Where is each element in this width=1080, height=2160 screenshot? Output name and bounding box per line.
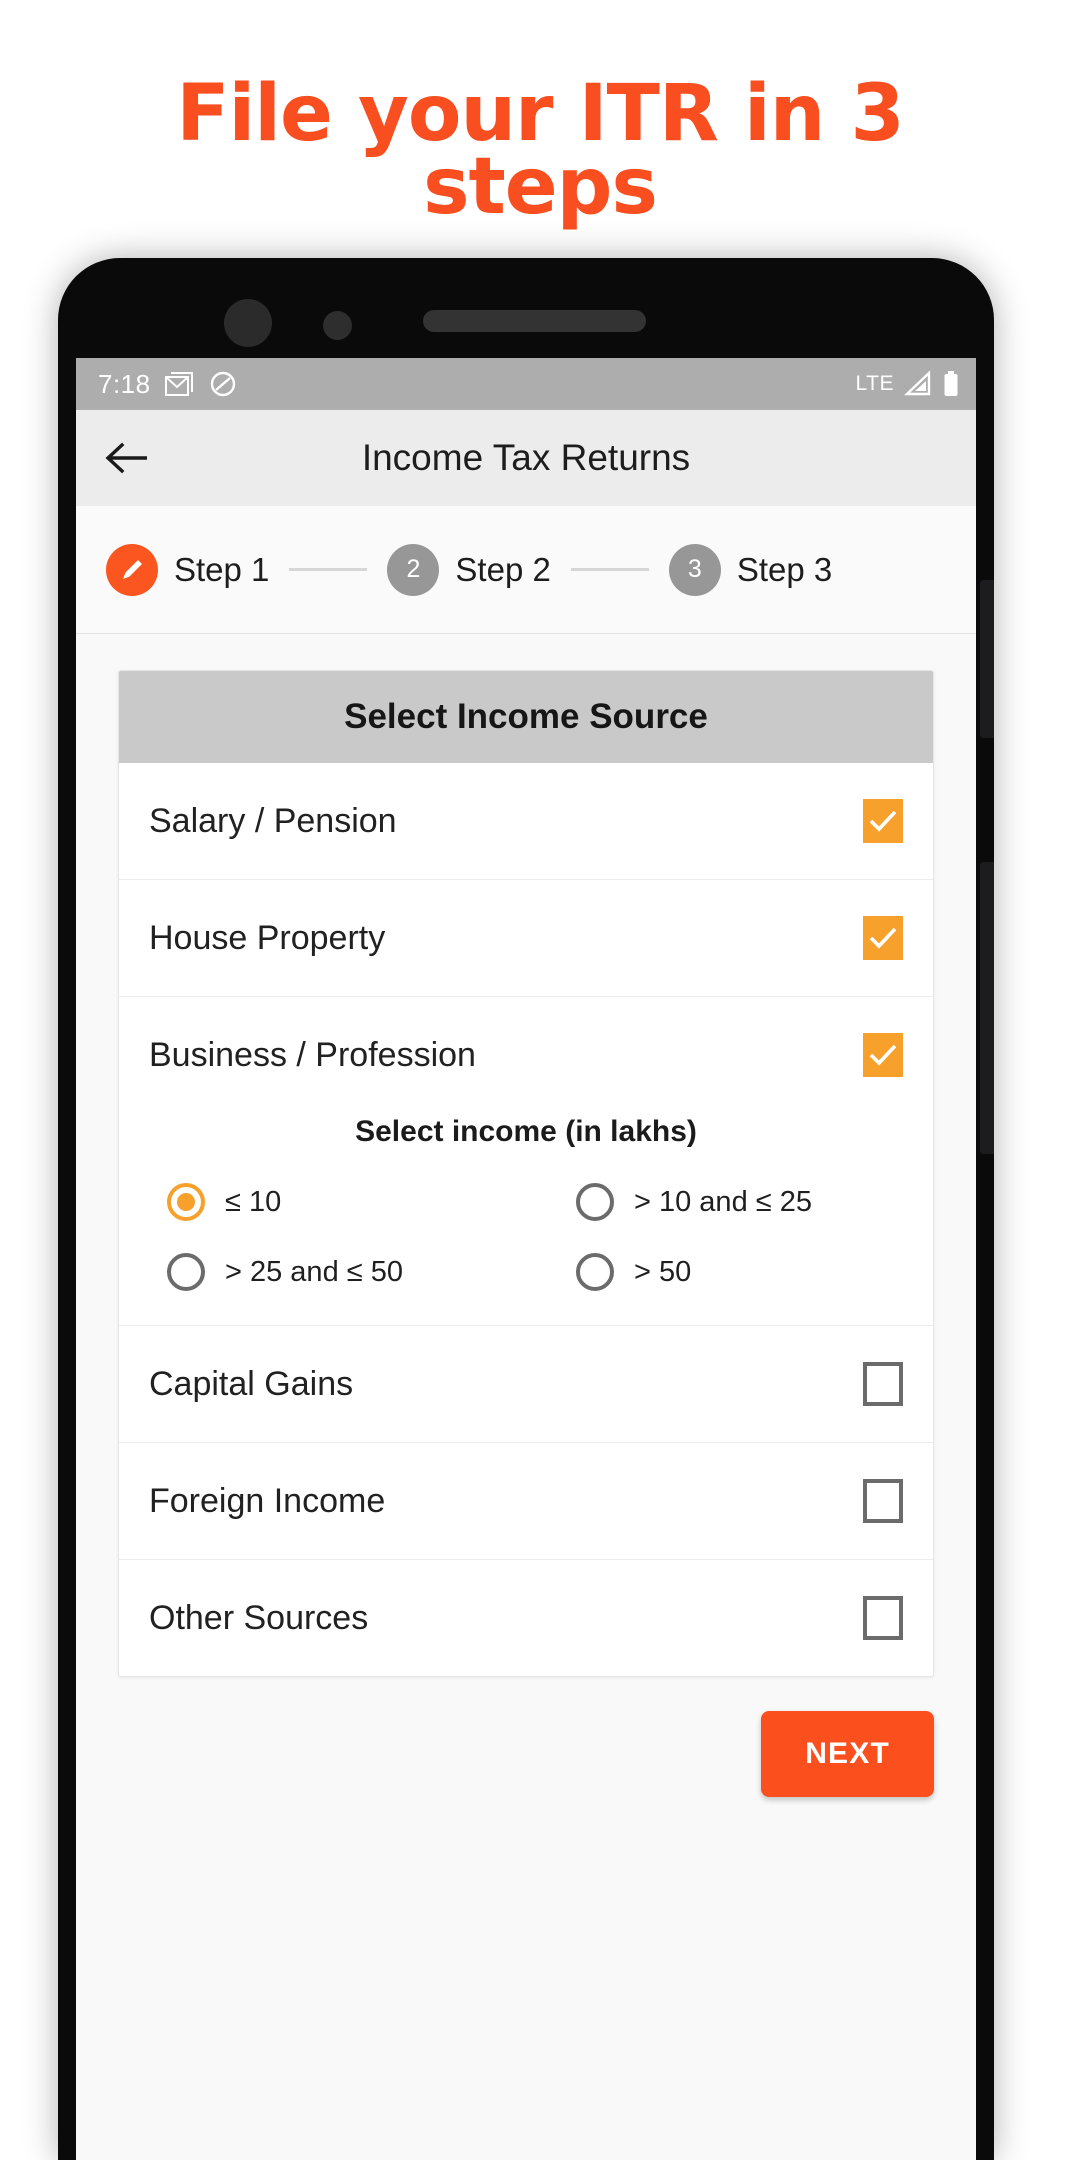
next-button[interactable]: NEXT — [761, 1711, 934, 1797]
app-bar: Income Tax Returns — [76, 410, 976, 506]
power-button[interactable] — [980, 862, 994, 1154]
step-connector-2 — [570, 568, 649, 571]
income-amount-title: Select income (in lakhs) — [355, 1115, 697, 1148]
promo-heading-line1: File your ITR in 3 — [176, 69, 905, 159]
income-amount-radio-group: ≤ 10 > 10 and ≤ 25 > 25 and ≤ 50 > 50 — [149, 1183, 903, 1291]
income-row-other-sources[interactable]: Other Sources — [119, 1560, 933, 1676]
step-number-3: 3 — [687, 555, 702, 583]
radio-option-lte-10[interactable]: ≤ 10 — [149, 1183, 526, 1221]
income-row-main[interactable]: Other Sources — [149, 1560, 903, 1676]
stepper: Step 1 2 Step 2 3 Step 3 — [76, 506, 976, 634]
step-node-1[interactable] — [106, 543, 158, 596]
checkbox-salary-pension[interactable] — [863, 799, 903, 843]
step-label-3: Step 3 — [736, 550, 833, 588]
checkbox-capital-gains[interactable] — [863, 1362, 903, 1406]
footer-actions: NEXT — [76, 1677, 976, 1797]
income-amount-panel: Select income (in lakhs) ≤ 10 > 10 and ≤… — [149, 1115, 903, 1325]
signal-icon — [904, 371, 932, 397]
speaker-grill — [423, 310, 646, 332]
status-bar-right: LTE — [856, 370, 960, 398]
income-row-main[interactable]: Salary / Pension — [149, 763, 903, 879]
radio-indicator[interactable] — [576, 1253, 614, 1291]
pencil-icon — [117, 555, 147, 585]
radio-option-25-to-50[interactable]: > 25 and ≤ 50 — [149, 1253, 526, 1291]
camera-icon — [224, 299, 272, 347]
phone-top-bezel — [58, 258, 994, 358]
radio-inner-dot — [177, 1193, 195, 1211]
income-label: Business / Profession — [149, 1035, 476, 1074]
check-icon — [869, 810, 897, 832]
radio-indicator[interactable] — [167, 1253, 205, 1291]
income-row-house-property[interactable]: House Property — [119, 880, 933, 997]
income-row-main[interactable]: Foreign Income — [149, 1443, 903, 1559]
radio-option-gt-50[interactable]: > 50 — [526, 1253, 903, 1291]
phone-screen: 7:18 LTE Income Tax Returns Step 1 2 Ste… — [76, 358, 976, 2160]
page-title: Income Tax Returns — [361, 437, 691, 478]
checkbox-other-sources[interactable] — [863, 1596, 903, 1640]
step-label-1: Step 1 — [174, 550, 270, 588]
income-row-main[interactable]: House Property — [149, 880, 903, 996]
income-label: Capital Gains — [149, 1364, 354, 1403]
step-connector-1 — [289, 568, 368, 571]
phone-frame: 7:18 LTE Income Tax Returns Step 1 2 Ste… — [58, 258, 994, 2160]
income-source-card: Select Income Source Salary / Pension Ho… — [118, 670, 934, 1677]
check-icon — [869, 927, 897, 949]
proximity-sensor-icon — [323, 311, 352, 340]
income-row-capital-gains[interactable]: Capital Gains — [119, 1326, 933, 1443]
promo-heading-line2: steps — [423, 142, 658, 233]
radio-label: > 50 — [634, 1255, 692, 1288]
income-row-business-profession[interactable]: Business / Profession Select income (in … — [119, 997, 933, 1326]
income-row-foreign-income[interactable]: Foreign Income — [119, 1443, 933, 1560]
gmail-icon — [164, 371, 195, 397]
radio-label: ≤ 10 — [225, 1185, 282, 1218]
step-label-2: Step 2 — [455, 550, 551, 588]
status-bar-left: 7:18 — [98, 369, 237, 400]
radio-indicator[interactable] — [167, 1183, 205, 1221]
income-row-main[interactable]: Capital Gains — [149, 1326, 903, 1442]
status-bar: 7:18 LTE — [76, 358, 976, 410]
income-row-salary-pension[interactable]: Salary / Pension — [119, 763, 933, 880]
back-arrow-icon[interactable] — [102, 432, 154, 484]
income-label: Other Sources — [149, 1598, 369, 1637]
radio-label: > 10 and ≤ 25 — [634, 1185, 812, 1218]
checkbox-foreign-income[interactable] — [863, 1479, 903, 1523]
checkbox-business-profession[interactable] — [863, 1033, 903, 1077]
income-label: Foreign Income — [149, 1481, 386, 1520]
status-time: 7:18 — [98, 368, 151, 399]
check-icon — [869, 1044, 897, 1066]
step-node-2[interactable]: 2 — [387, 543, 440, 596]
volume-button[interactable] — [980, 580, 994, 738]
income-label: House Property — [149, 918, 386, 957]
card-header: Select Income Source — [119, 671, 933, 763]
radio-option-10-to-25[interactable]: > 10 and ≤ 25 — [526, 1183, 903, 1221]
network-label: LTE — [855, 372, 894, 395]
promo-heading: File your ITR in 3 steps — [0, 69, 1080, 233]
step-node-3[interactable]: 3 — [668, 543, 721, 596]
income-row-main[interactable]: Business / Profession — [149, 997, 903, 1113]
screenshot-root: File your ITR in 3 steps 7:18 LTE Income… — [0, 0, 1080, 2160]
radio-label: > 25 and ≤ 50 — [225, 1255, 403, 1288]
do-not-disturb-icon — [209, 370, 237, 398]
checkbox-house-property[interactable] — [863, 916, 903, 960]
income-label: Salary / Pension — [149, 801, 397, 840]
step-number-2: 2 — [406, 555, 421, 583]
radio-indicator[interactable] — [576, 1183, 614, 1221]
battery-icon — [942, 370, 960, 398]
